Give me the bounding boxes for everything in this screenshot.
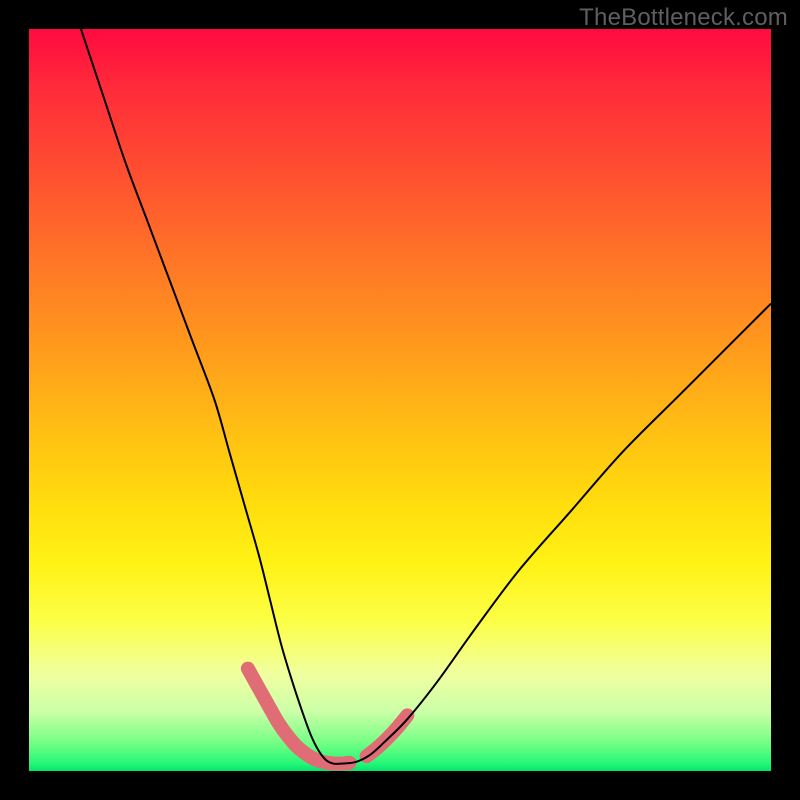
chart-frame: TheBottleneck.com <box>0 0 800 800</box>
bottleneck-curve <box>81 29 771 764</box>
curve-layer <box>29 29 771 771</box>
highlight-segment-right <box>367 715 408 756</box>
highlight-segment-left <box>248 669 350 764</box>
plot-area <box>29 29 771 771</box>
watermark-text: TheBottleneck.com <box>579 4 788 32</box>
